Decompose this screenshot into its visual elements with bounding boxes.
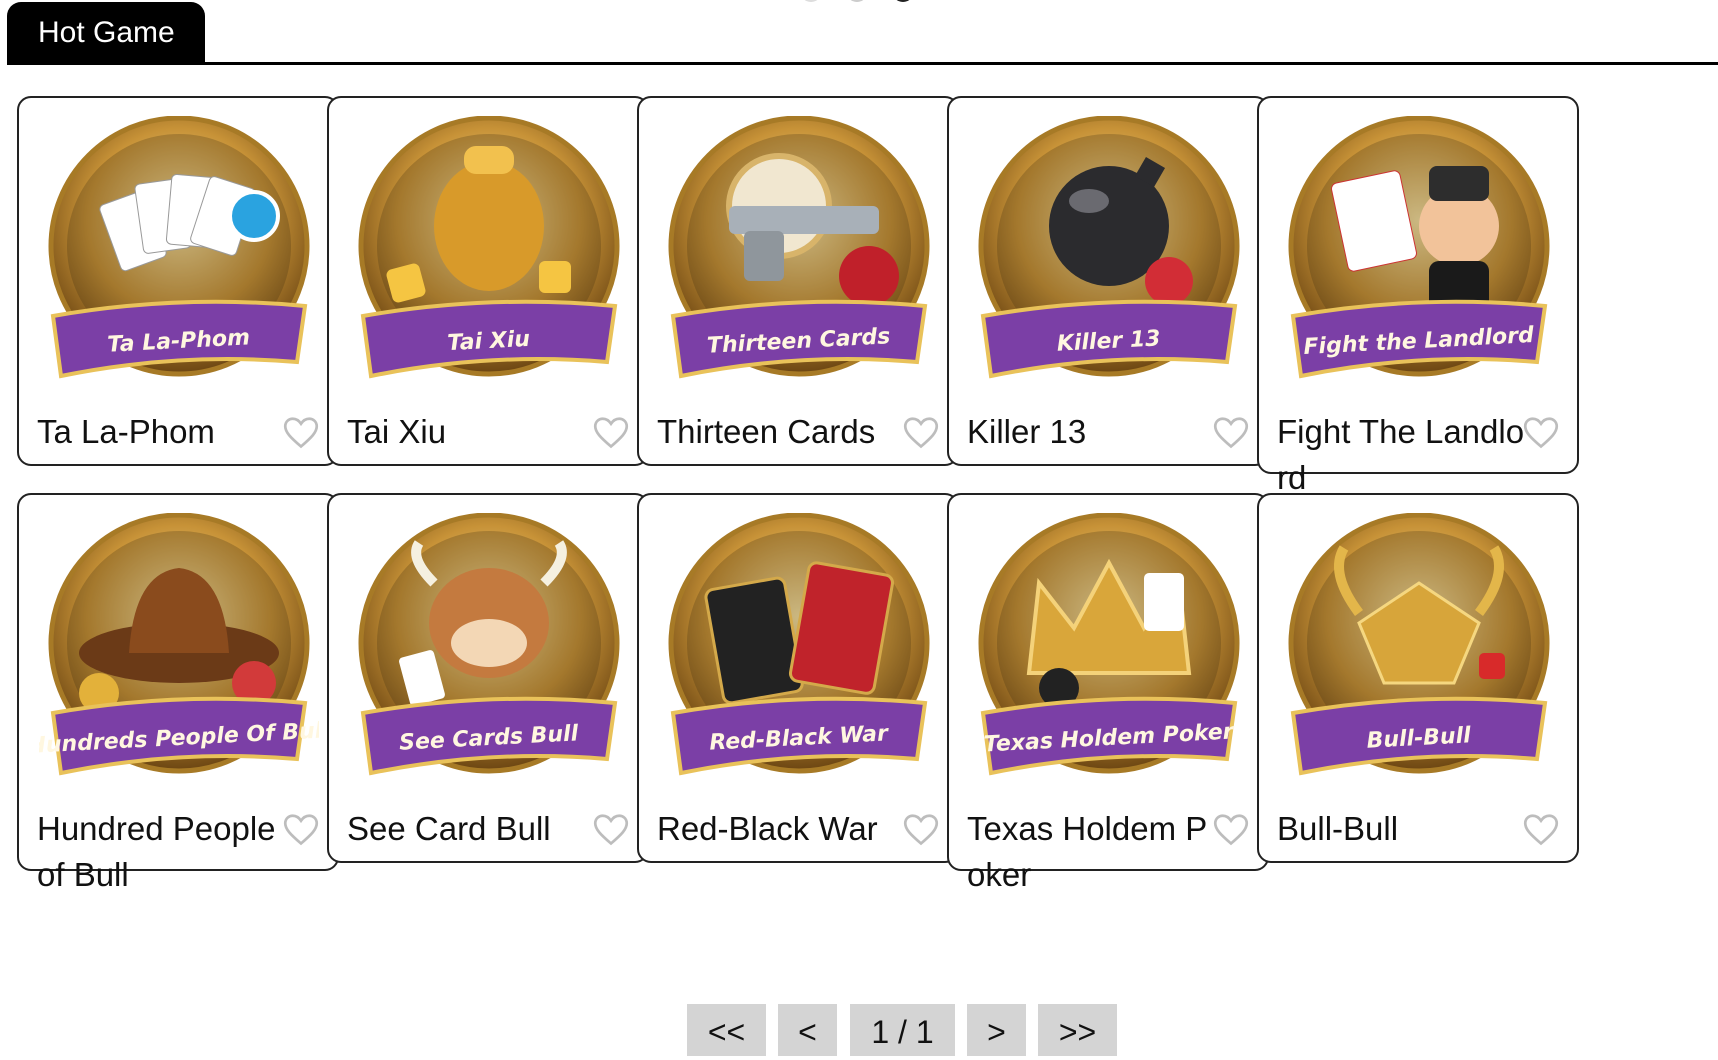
game-card[interactable]: Hundreds People Of Bull Hundred People o…	[17, 493, 339, 893]
prev-page-button[interactable]: <	[778, 1004, 837, 1056]
game-card[interactable]: Bull-Bull Bull-Bull	[1257, 493, 1579, 863]
heart-outline-icon[interactable]	[1213, 416, 1249, 450]
game-thumbnail[interactable]: Thirteen Cards	[659, 115, 939, 396]
carousel-dots	[800, 0, 920, 2]
heart-outline-icon[interactable]	[1523, 813, 1559, 847]
game-name: Ta La-Phom	[37, 413, 215, 450]
game-thumbnail[interactable]: Fight the Landlord	[1279, 115, 1559, 396]
next-page-button[interactable]: >	[967, 1004, 1026, 1056]
game-thumbnail[interactable]: Hundreds People Of Bull	[27, 512, 331, 793]
game-name: Hundred People of Bull	[37, 810, 276, 893]
first-page-button[interactable]: <<	[687, 1004, 766, 1056]
game-card[interactable]: Fight the Landlord Fight The Landlord	[1257, 96, 1579, 496]
game-thumbnail[interactable]: Bull-Bull	[1279, 512, 1559, 793]
game-badge-text: Tai Xiu	[447, 327, 531, 356]
page-indicator: 1 / 1	[850, 1004, 955, 1056]
last-page-button[interactable]: >>	[1038, 1004, 1117, 1056]
game-name: Bull-Bull	[1277, 810, 1399, 847]
game-card[interactable]: Ta La-Phom Ta La-Phom	[17, 96, 339, 466]
carousel-dot[interactable]	[800, 0, 822, 2]
game-thumbnail[interactable]: Tai Xiu	[349, 115, 629, 396]
game-thumbnail[interactable]: Ta La-Phom	[39, 115, 319, 396]
game-name: Tai Xiu	[347, 413, 447, 450]
game-name: Killer 13	[967, 413, 1087, 450]
game-thumbnail[interactable]: Red-Black War	[659, 512, 939, 793]
game-thumbnail[interactable]: Texas Holdem Poker	[969, 512, 1249, 793]
game-name: Thirteen Cards	[657, 413, 876, 450]
heart-outline-icon[interactable]	[283, 416, 319, 450]
carousel-dot[interactable]	[846, 0, 868, 2]
game-card[interactable]: Killer 13 Killer 13	[947, 96, 1269, 466]
heart-outline-icon[interactable]	[283, 813, 319, 847]
game-thumbnail[interactable]: See Cards Bull	[349, 512, 629, 793]
heart-outline-icon[interactable]	[593, 416, 629, 450]
heart-outline-icon[interactable]	[593, 813, 629, 847]
game-name: Texas Holdem Poker	[967, 810, 1208, 893]
game-card[interactable]: Red-Black War Red-Black War	[637, 493, 959, 863]
heart-outline-icon[interactable]	[1213, 813, 1249, 847]
tab-hot-game[interactable]: Hot Game	[7, 2, 205, 64]
game-card[interactable]: Texas Holdem Poker Texas Holdem Poker	[947, 493, 1269, 893]
heart-outline-icon[interactable]	[903, 416, 939, 450]
game-thumbnail[interactable]: Killer 13	[969, 115, 1249, 396]
heart-outline-icon[interactable]	[1523, 416, 1559, 450]
section-header: Hot Game	[0, 0, 1718, 70]
tab-underline	[7, 62, 1718, 65]
carousel-dot-active[interactable]	[892, 0, 914, 2]
game-card[interactable]: See Cards Bull See Card Bull	[327, 493, 649, 863]
game-name: See Card Bull	[347, 810, 551, 847]
game-card[interactable]: Tai Xiu Tai Xiu	[327, 96, 649, 466]
game-name: Red-Black War	[657, 810, 878, 847]
game-name: Fight The Landlord	[1277, 413, 1525, 496]
pagination: << < 1 / 1 > >>	[0, 1004, 1718, 1056]
game-card[interactable]: Thirteen Cards Thirteen Cards	[637, 96, 959, 466]
heart-outline-icon[interactable]	[903, 813, 939, 847]
